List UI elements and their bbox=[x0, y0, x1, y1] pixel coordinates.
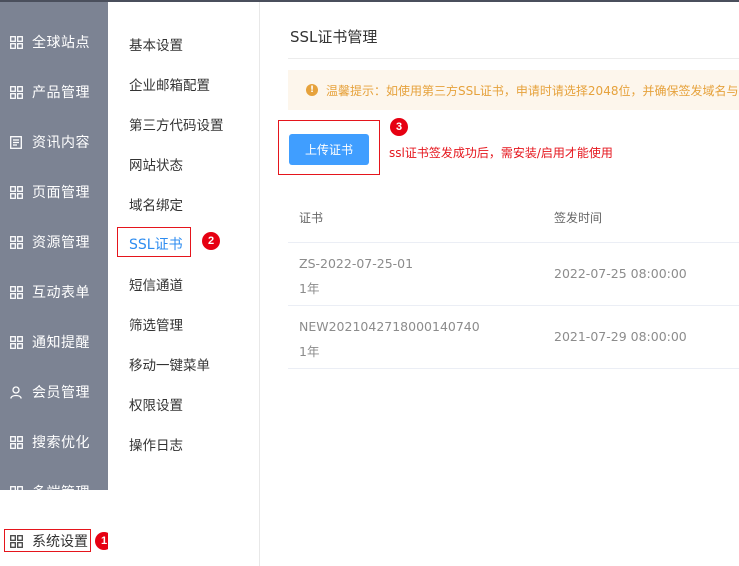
submenu-item-third-party-code[interactable]: 第三方代码设置 bbox=[129, 114, 224, 134]
certificate-name: NEW2021042718000140740 bbox=[299, 319, 480, 334]
sidebar-item-label: 互动表单 bbox=[32, 285, 90, 301]
sidebar-item-forms[interactable]: 互动表单 bbox=[0, 267, 108, 317]
sidebar-item-multi-platform[interactable]: 多端管理 bbox=[0, 467, 108, 517]
highlight-box-system-settings bbox=[4, 529, 91, 552]
sidebar-item-label: 多端管理 bbox=[32, 485, 90, 501]
sidebar-item-label: 资讯内容 bbox=[32, 135, 90, 151]
sidebar: 全球站点 产品管理 资讯内容 页面管理 资源管理 互动表单 通知提醒 会员管理 … bbox=[0, 2, 108, 501]
grid-icon bbox=[9, 335, 23, 349]
sidebar-item-news[interactable]: 资讯内容 bbox=[0, 117, 108, 167]
sidebar-item-pages[interactable]: 页面管理 bbox=[0, 167, 108, 217]
sidebar-item-global-sites[interactable]: 全球站点 bbox=[0, 17, 108, 67]
highlight-box-ssl bbox=[117, 227, 191, 257]
page-title: SSL证书管理 bbox=[290, 28, 378, 46]
certificate-name: ZS-2022-07-25-01 bbox=[299, 256, 414, 271]
upload-certificate-button[interactable]: 上传证书 bbox=[289, 134, 369, 165]
sidebar-item-label: 全球站点 bbox=[32, 35, 90, 51]
submenu-item-permissions[interactable]: 权限设置 bbox=[129, 394, 183, 414]
submenu-item-email[interactable]: 企业邮箱配置 bbox=[129, 74, 210, 94]
table-header-certificate: 证书 bbox=[299, 211, 324, 225]
divider bbox=[288, 58, 739, 59]
grid-icon bbox=[9, 185, 23, 199]
sidebar-item-label: 通知提醒 bbox=[32, 335, 90, 351]
submenu-item-sms[interactable]: 短信通道 bbox=[129, 274, 183, 294]
settings-submenu: 基本设置 企业邮箱配置 第三方代码设置 网站状态 域名绑定 SSL证书 短信通道… bbox=[108, 2, 260, 566]
table-divider bbox=[288, 242, 739, 243]
grid-icon bbox=[9, 285, 23, 299]
step-badge-3: 3 bbox=[390, 118, 408, 136]
grid-icon bbox=[9, 235, 23, 249]
certificate-date: 2022-07-25 08:00:00 bbox=[554, 266, 687, 281]
table-divider bbox=[288, 305, 739, 306]
grid-icon bbox=[9, 35, 23, 49]
submenu-item-site-status[interactable]: 网站状态 bbox=[129, 154, 183, 174]
certificate-date: 2021-07-29 08:00:00 bbox=[554, 329, 687, 344]
sidebar-item-members[interactable]: 会员管理 bbox=[0, 367, 108, 417]
notice-text: 温馨提示：如使用第三方SSL证书，申请时请选择2048位，并确保签发域名与网站域… bbox=[326, 83, 739, 98]
grid-icon bbox=[9, 85, 23, 99]
certificate-duration: 1年 bbox=[299, 344, 320, 359]
submenu-item-basic[interactable]: 基本设置 bbox=[129, 34, 183, 54]
sidebar-item-resources[interactable]: 资源管理 bbox=[0, 217, 108, 267]
sidebar-item-seo[interactable]: 搜索优化 bbox=[0, 417, 108, 467]
sidebar-item-notifications[interactable]: 通知提醒 bbox=[0, 317, 108, 367]
submenu-item-filter[interactable]: 筛选管理 bbox=[129, 314, 183, 334]
sidebar-item-products[interactable]: 产品管理 bbox=[0, 67, 108, 117]
step-badge-2: 2 bbox=[202, 232, 220, 250]
sidebar-item-label: 搜索优化 bbox=[32, 435, 90, 451]
grid-icon bbox=[9, 435, 23, 449]
notice-banner: ! 温馨提示：如使用第三方SSL证书，申请时请选择2048位，并确保签发域名与网… bbox=[288, 70, 739, 110]
submenu-item-logs[interactable]: 操作日志 bbox=[129, 434, 183, 454]
sidebar-item-label: 页面管理 bbox=[32, 185, 90, 201]
submenu-item-domain[interactable]: 域名绑定 bbox=[129, 194, 183, 214]
sidebar-item-label: 会员管理 bbox=[32, 385, 90, 401]
table-divider bbox=[288, 368, 739, 369]
user-icon bbox=[9, 385, 23, 399]
certificate-duration: 1年 bbox=[299, 281, 320, 296]
document-icon bbox=[9, 135, 23, 149]
sidebar-item-label: 资源管理 bbox=[32, 235, 90, 251]
main-content: SSL证书管理 ! 温馨提示：如使用第三方SSL证书，申请时请选择2048位，并… bbox=[260, 2, 739, 566]
sidebar-item-label: 产品管理 bbox=[32, 85, 90, 101]
table-header-issue-date: 签发时间 bbox=[554, 211, 603, 225]
grid-icon bbox=[9, 485, 23, 499]
warning-icon: ! bbox=[306, 84, 318, 96]
submenu-item-mobile-menu[interactable]: 移动一键菜单 bbox=[129, 354, 210, 374]
upload-note: ssl证书签发成功后，需安装/启用才能使用 bbox=[389, 146, 613, 160]
